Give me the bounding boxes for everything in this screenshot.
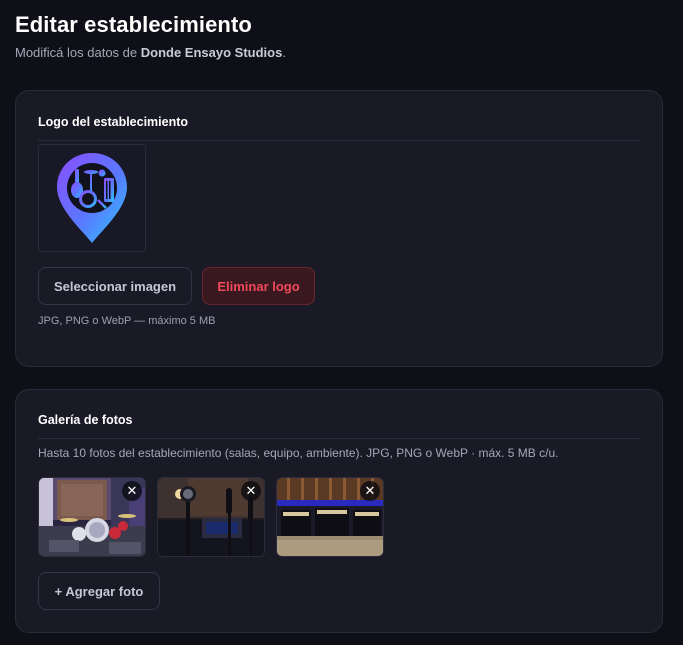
business-logo-image [57, 153, 127, 243]
gallery-photo[interactable]: ✕ [38, 477, 146, 557]
gallery-card: Galería de fotos Hasta 10 fotos del esta… [15, 389, 663, 633]
divider [38, 140, 640, 141]
gallery-photo[interactable]: ✕ [276, 477, 384, 557]
remove-photo-button[interactable]: ✕ [122, 481, 142, 501]
gallery-photo[interactable]: ✕ [157, 477, 265, 557]
logo-preview [38, 144, 146, 252]
logo-file-hint: JPG, PNG o WebP — máximo 5 MB [38, 315, 216, 327]
remove-photo-button[interactable]: ✕ [241, 481, 261, 501]
business-name: Donde Ensayo Studios [140, 45, 283, 60]
remove-photo-button[interactable]: ✕ [360, 481, 380, 501]
add-photo-button[interactable]: + Agregar foto [38, 572, 160, 610]
page-title: Editar establecimiento [15, 12, 252, 37]
page-subtitle: Modificá los datos de Donde Ensayo Studi… [15, 45, 286, 60]
subtitle-prefix: Modificá los datos de [15, 45, 141, 60]
logo-card: Logo del establecimiento Seleccionar ima… [15, 90, 663, 367]
logo-section-heading: Logo del establecimiento [38, 115, 189, 129]
subtitle-suffix: . [282, 45, 286, 60]
delete-logo-button[interactable]: Eliminar logo [202, 267, 315, 305]
gallery-section-heading: Galería de fotos [38, 413, 133, 427]
select-image-button[interactable]: Seleccionar imagen [38, 267, 192, 305]
gallery-description: Hasta 10 fotos del establecimiento (sala… [38, 446, 559, 460]
divider [38, 438, 640, 439]
